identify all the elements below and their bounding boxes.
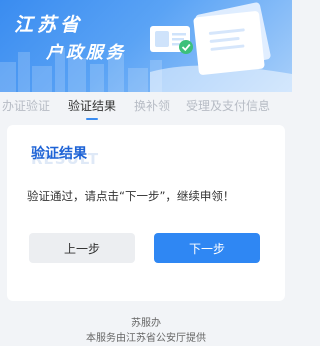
- tab-verify[interactable]: 办证验证: [2, 97, 50, 114]
- banner-title-service: 户政服务: [46, 43, 126, 63]
- card-title: 验证结果: [31, 146, 87, 162]
- header-banner: 江苏省 户政服务: [0, 0, 292, 92]
- footer-provider: 本服务由江苏省公安厅提供: [86, 333, 206, 344]
- tab-verify-result[interactable]: 验证结果: [68, 97, 116, 114]
- tab-payment-info[interactable]: 受理及支付信息: [186, 97, 270, 114]
- next-step-button[interactable]: 下一步: [154, 233, 260, 263]
- step-tabs: 办证验证 验证结果 换补领 受理及支付信息: [0, 92, 292, 122]
- active-tab-indicator: [86, 118, 98, 120]
- document-illustration: [150, 2, 292, 92]
- banner-title-province: 江苏省: [14, 14, 84, 36]
- result-card: RESULT 验证结果 验证通过，请点击“下一步”，继续申领！ 上一步 下一步: [7, 125, 285, 301]
- footer-brand: 苏服办: [131, 318, 161, 329]
- result-message: 验证通过，请点击“下一步”，继续申领！: [27, 189, 235, 203]
- prev-step-button[interactable]: 上一步: [29, 233, 135, 263]
- tab-replace[interactable]: 换补领: [134, 97, 170, 114]
